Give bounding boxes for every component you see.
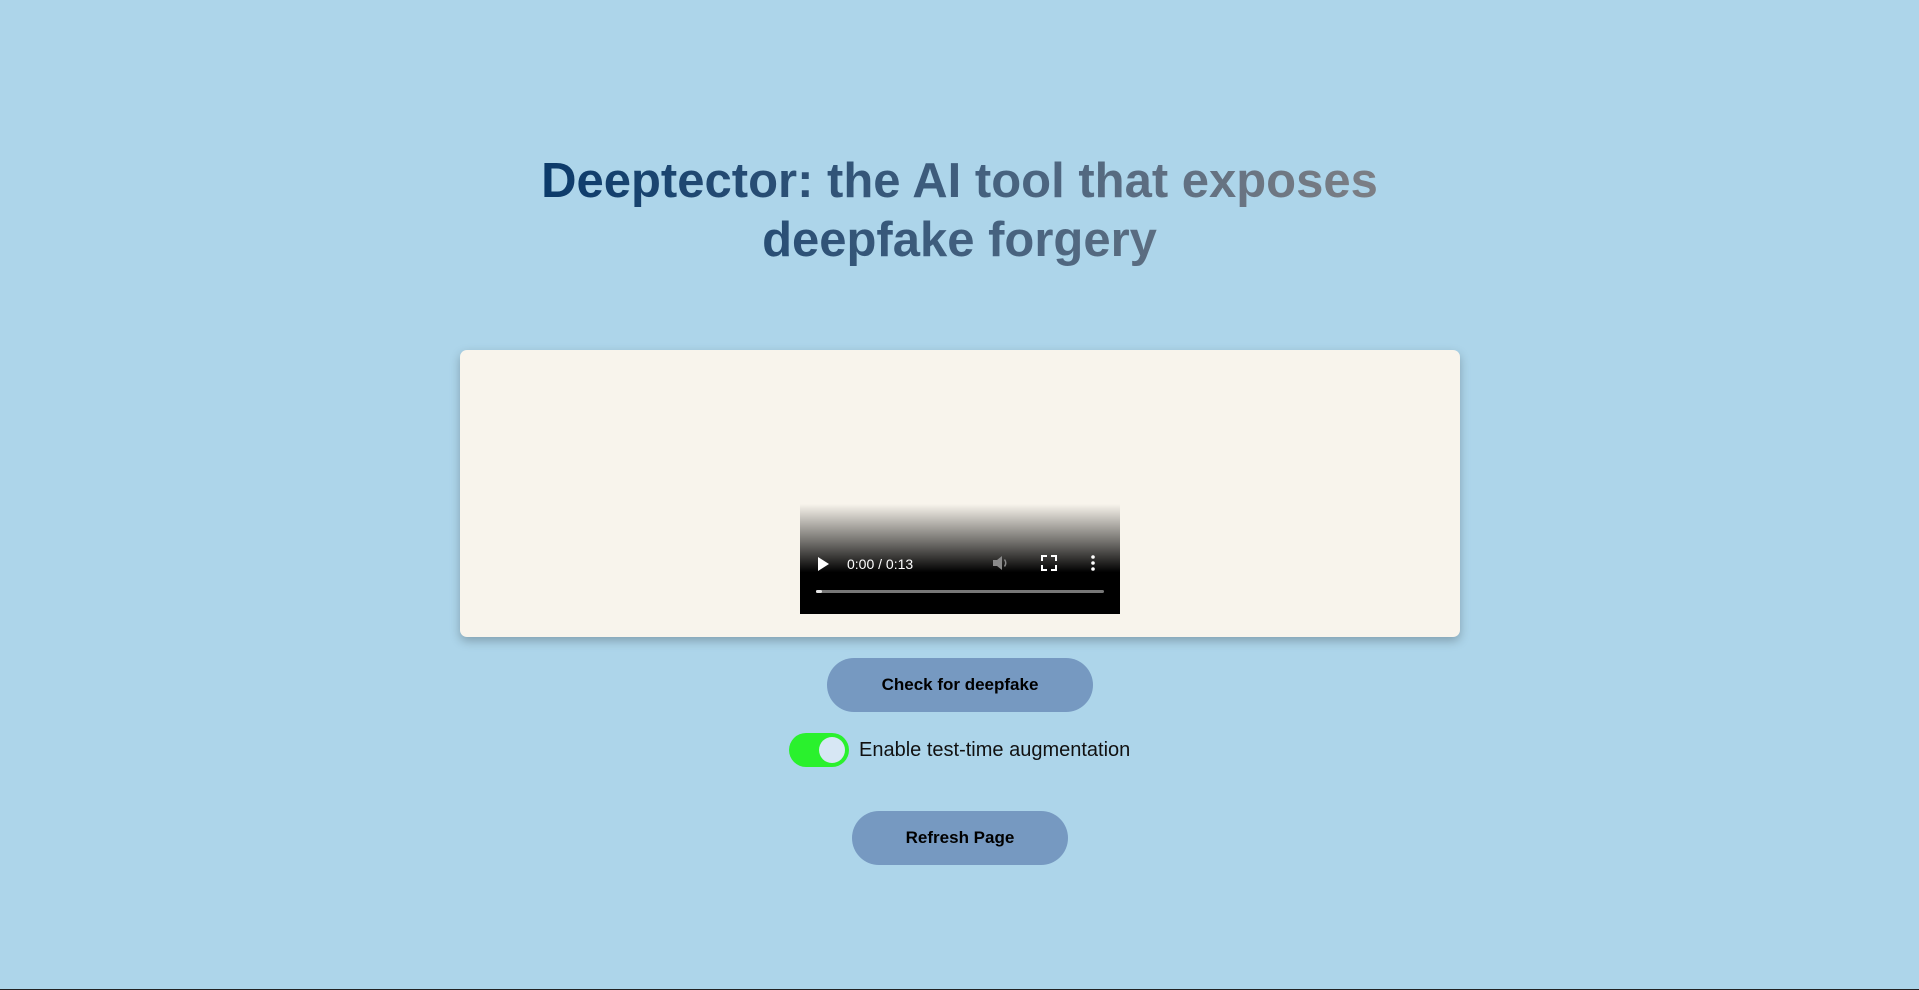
video-progress-bar[interactable] (816, 590, 1104, 593)
mute-icon[interactable] (992, 555, 1010, 571)
page-title: Deeptector: the AI tool that exposes dee… (0, 152, 1919, 270)
play-icon[interactable] (818, 557, 829, 571)
title-line-1: Deeptector: the AI tool that exposes (541, 154, 1378, 208)
refresh-page-button[interactable]: Refresh Page (852, 811, 1068, 865)
video-card: 0:00 / 0:13 (460, 350, 1460, 637)
page: Deeptector: the AI tool that exposes dee… (0, 0, 1919, 990)
title-line-2: deepfake forgery (762, 213, 1157, 267)
more-options-icon[interactable] (1090, 555, 1096, 571)
check-deepfake-button[interactable]: Check for deepfake (827, 658, 1093, 712)
video-time-display: 0:00 / 0:13 (847, 556, 914, 572)
fullscreen-icon[interactable] (1041, 555, 1057, 571)
augmentation-toggle[interactable] (789, 733, 849, 767)
video-progress-fill (816, 590, 822, 593)
video-player[interactable]: 0:00 / 0:13 (800, 504, 1120, 614)
toggle-knob (819, 737, 845, 763)
augmentation-toggle-label: Enable test-time augmentation (859, 738, 1131, 761)
augmentation-toggle-row: Enable test-time augmentation (789, 733, 1130, 767)
